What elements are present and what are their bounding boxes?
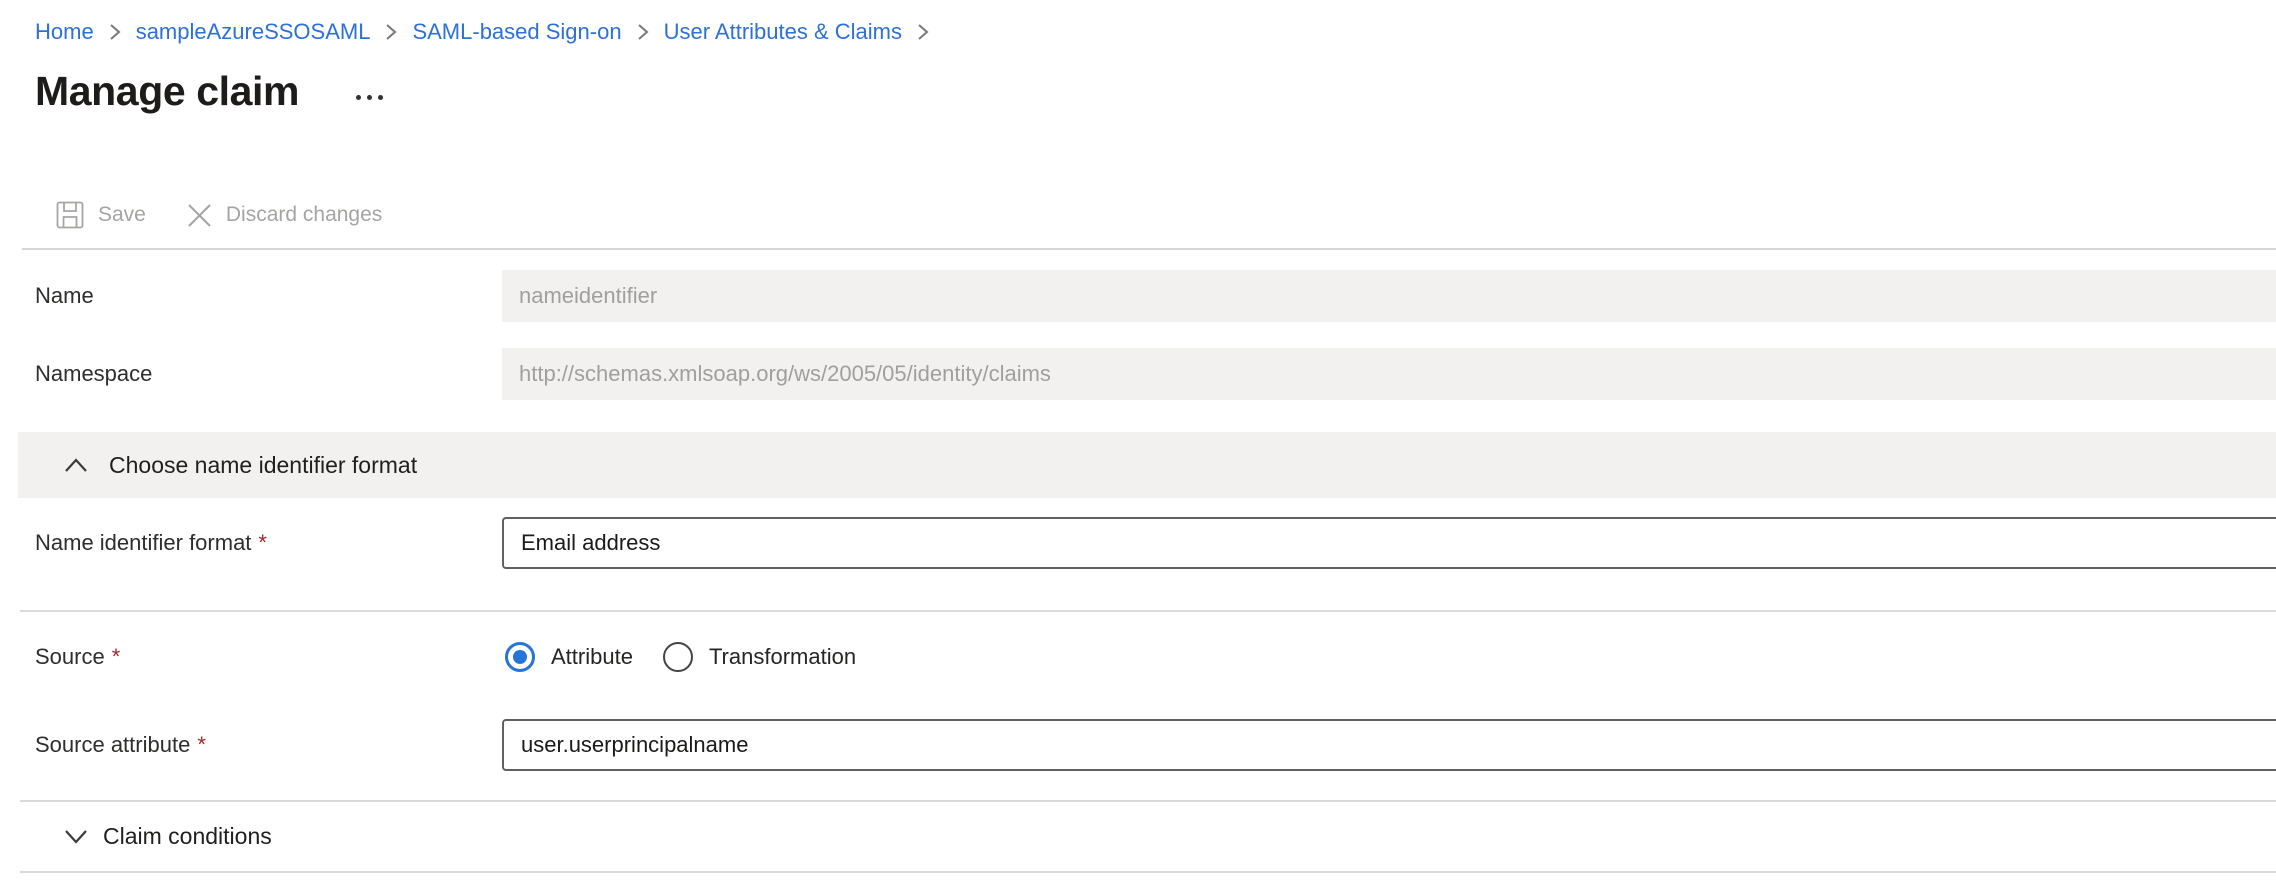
namespace-field-label: Namespace [35,361,152,387]
namespace-field-row: Namespace [0,348,2276,400]
section-choose-name-identifier-format[interactable]: Choose name identifier format [18,432,2276,498]
x-icon [186,202,213,229]
namespace-input [502,348,2276,400]
name-identifier-format-label: Name identifier format [35,530,251,556]
name-field-row: Name [0,270,2276,322]
radio-option-label: Attribute [551,644,633,670]
chevron-right-icon [109,23,121,41]
breadcrumb-item-user-attributes-claims[interactable]: User Attributes & Claims [664,19,902,45]
divider [20,871,2276,873]
save-button-label: Save [98,203,146,227]
discard-changes-label: Discard changes [226,203,382,227]
source-attribute-dropdown[interactable] [502,719,2276,771]
name-identifier-format-dropdown[interactable] [502,517,2276,569]
section-title: Choose name identifier format [109,452,417,479]
radio-option-label: Transformation [709,644,856,670]
breadcrumb-item-saml-signon[interactable]: SAML-based Sign-on [412,19,621,45]
section-claim-conditions[interactable]: Claim conditions [0,802,2276,871]
ellipsis-icon [367,95,372,100]
chevron-right-icon [917,23,929,41]
name-input [502,270,2276,322]
save-icon [55,200,85,230]
source-field-row: Source * Attribute Transformation [0,631,2276,683]
page-title: Manage claim [35,69,299,114]
chevron-right-icon [385,23,397,41]
required-marker: * [197,732,206,758]
source-attribute-label: Source attribute [35,732,190,758]
source-radio-group: Attribute Transformation [502,631,2276,683]
save-button[interactable]: Save [55,200,146,230]
chevron-right-icon [637,23,649,41]
radio-option-attribute[interactable]: Attribute [505,642,633,672]
radio-button-icon [505,642,535,672]
page-header: Manage claim [35,66,386,114]
command-bar: Save Discard changes [55,194,382,236]
toolbar-divider [22,248,2276,250]
source-attribute-row: Source attribute * [0,719,2276,771]
ellipsis-icon [378,95,383,100]
required-marker: * [258,530,267,556]
more-options-button[interactable] [353,92,386,103]
breadcrumb-item-home[interactable]: Home [35,19,94,45]
radio-option-transformation[interactable]: Transformation [663,642,856,672]
breadcrumb: Home sampleAzureSSOSAML SAML-based Sign-… [35,16,944,48]
breadcrumb-item-app[interactable]: sampleAzureSSOSAML [136,19,371,45]
chevron-down-icon [64,828,88,845]
ellipsis-icon [356,95,361,100]
discard-changes-button[interactable]: Discard changes [186,202,382,229]
section-title: Claim conditions [103,823,272,850]
name-field-label: Name [35,283,94,309]
source-field-label: Source [35,644,105,670]
divider [20,610,2276,612]
name-identifier-format-row: Name identifier format * [0,517,2276,569]
required-marker: * [112,644,121,670]
radio-button-icon [663,642,693,672]
chevron-up-icon [64,457,88,474]
